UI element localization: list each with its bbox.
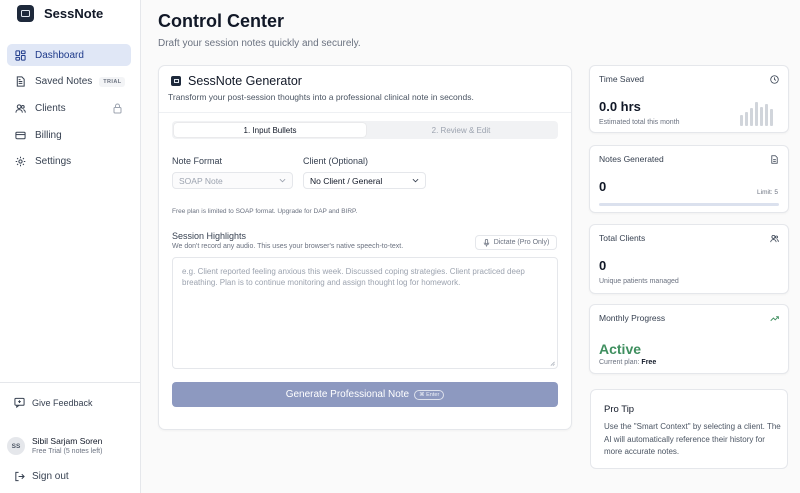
sign-out-icon: [15, 471, 25, 482]
sidebar-nav: Dashboard Saved Notes TRIAL Clients Bill…: [7, 44, 131, 177]
mini-bar: [765, 104, 768, 126]
page-subtitle: Draft your session notes quickly and sec…: [158, 38, 361, 49]
sidebar-item-label: Settings: [35, 156, 72, 168]
user-plan: Free Trial (5 notes left): [32, 448, 103, 455]
total-clients-caption: Unique patients managed: [599, 278, 679, 285]
sidebar-item-clients[interactable]: Clients: [7, 97, 131, 119]
sidebar-item-label: Saved Notes: [35, 76, 93, 88]
user-name: Sibil Sarjam Soren: [32, 436, 103, 446]
client-value: No Client / General: [310, 175, 383, 186]
sign-out-button[interactable]: Sign out: [14, 471, 69, 482]
notes-generated-value: 0: [599, 179, 607, 194]
mini-bar: [750, 108, 753, 126]
note-format-label: Note Format: [172, 156, 223, 166]
lock-icon: [113, 103, 122, 114]
user-profile[interactable]: SS Sibil Sarjam Soren Free Trial (5 note…: [7, 436, 102, 456]
clock-icon: [770, 75, 779, 84]
monthly-progress-card: Monthly Progress Active Current plan: Fr…: [589, 304, 789, 374]
generate-note-button[interactable]: Generate Professional Note ⌘ Enter: [172, 382, 558, 407]
chevron-down-icon: [412, 178, 419, 183]
plan-value: Free: [641, 359, 657, 366]
pro-tip-title: Pro Tip: [604, 404, 635, 415]
brand[interactable]: SessNote: [17, 4, 103, 22]
time-saved-card: Time Saved 0.0 hrs Estimated total this …: [589, 65, 789, 133]
app-logo-icon: [17, 4, 34, 22]
trial-badge: TRIAL: [99, 76, 126, 87]
monthly-progress-status: Active: [599, 341, 642, 357]
sidebar-divider: [0, 382, 140, 383]
sidebar-item-label: Dashboard: [35, 49, 84, 61]
current-plan: Current plan: Free: [599, 359, 656, 366]
sidebar-item-settings[interactable]: Settings: [7, 151, 131, 173]
dictate-label: Dictate (Pro Only): [493, 239, 550, 246]
give-feedback-button[interactable]: Give Feedback: [14, 397, 93, 408]
stat-label: Time Saved: [599, 74, 645, 84]
notes-limit: Limit: 5: [757, 189, 778, 196]
users-icon: [770, 234, 779, 243]
plan-limit-note: Free plan is limited to SOAP format. Upg…: [172, 208, 358, 215]
avatar: SS: [7, 437, 25, 455]
feedback-label: Give Feedback: [32, 397, 93, 408]
time-saved-value: 0.0 hrs: [599, 99, 641, 114]
pro-tip-text: Use the "Smart Context" by selecting a c…: [604, 422, 781, 456]
mini-bar: [755, 102, 758, 126]
sidebar: SessNote Dashboard Saved Notes TRIAL Cli…: [0, 0, 141, 493]
notes-icon: [15, 76, 26, 87]
document-icon: [771, 155, 778, 164]
sign-out-label: Sign out: [32, 471, 69, 482]
session-highlights-label: Session Highlights: [172, 231, 247, 241]
generator-header: SessNote Generator: [171, 74, 302, 88]
step-tabs: 1. Input Bullets 2. Review & Edit: [172, 121, 558, 139]
note-format-select[interactable]: SOAP Note: [172, 172, 293, 189]
credit-card-icon: [15, 130, 26, 141]
page-title: Control Center: [158, 11, 284, 31]
sidebar-item-label: Clients: [35, 102, 66, 114]
time-saved-caption: Estimated total this month: [599, 119, 680, 126]
tab-review-edit[interactable]: 2. Review & Edit: [366, 123, 556, 137]
app-name: SessNote: [44, 5, 104, 21]
resize-handle-icon[interactable]: [550, 361, 555, 366]
app-logo-icon: [171, 76, 181, 86]
input-placeholder: e.g. Client reported feeling anxious thi…: [182, 267, 525, 287]
divider: [159, 112, 571, 113]
generator-card: SessNote Generator Transform your post-s…: [158, 65, 572, 430]
notes-generated-card: Notes Generated 0 Limit: 5: [589, 145, 789, 213]
microphone-icon: [483, 238, 489, 247]
stat-label: Total Clients: [599, 233, 646, 243]
mini-bar-chart: [740, 102, 778, 126]
total-clients-value: 0: [599, 258, 607, 273]
chevron-down-icon: [279, 178, 286, 183]
plan-prefix: Current plan:: [599, 359, 640, 366]
generate-label: Generate Professional Note: [285, 389, 410, 400]
keyboard-shortcut-badge: ⌘ Enter: [414, 389, 445, 400]
sidebar-item-dashboard[interactable]: Dashboard: [7, 44, 131, 66]
mini-bar: [745, 112, 748, 126]
client-select[interactable]: No Client / General: [303, 172, 426, 189]
gear-icon: [15, 156, 26, 167]
mini-bar: [740, 115, 743, 126]
pro-tip-card: Pro Tip Use the "Smart Context" by selec…: [590, 389, 788, 469]
session-highlights-subtitle: We don't record any audio. This uses you…: [172, 243, 404, 250]
trending-up-icon: [770, 316, 779, 322]
session-highlights-input[interactable]: e.g. Client reported feeling anxious thi…: [172, 257, 558, 369]
stat-label: Monthly Progress: [599, 313, 666, 323]
note-format-value: SOAP Note: [179, 175, 223, 186]
mini-bar: [770, 109, 773, 126]
sidebar-item-saved-notes[interactable]: Saved Notes TRIAL: [7, 71, 131, 93]
generator-title: SessNote Generator: [188, 74, 302, 88]
tab-input-bullets[interactable]: 1. Input Bullets: [174, 123, 366, 137]
sidebar-item-label: Billing: [35, 129, 62, 141]
sidebar-item-billing[interactable]: Billing: [7, 124, 131, 146]
total-clients-card: Total Clients 0 Unique patients managed: [589, 224, 789, 294]
mini-bar: [760, 107, 763, 126]
dashboard-icon: [15, 49, 26, 61]
notes-progress-bar: [599, 203, 779, 206]
client-label: Client (Optional): [303, 156, 369, 166]
generator-subtitle: Transform your post-session thoughts int…: [168, 92, 474, 102]
dictate-button[interactable]: Dictate (Pro Only): [475, 235, 557, 250]
users-icon: [15, 103, 26, 114]
stat-label: Notes Generated: [599, 154, 664, 164]
feedback-icon: [14, 397, 25, 408]
